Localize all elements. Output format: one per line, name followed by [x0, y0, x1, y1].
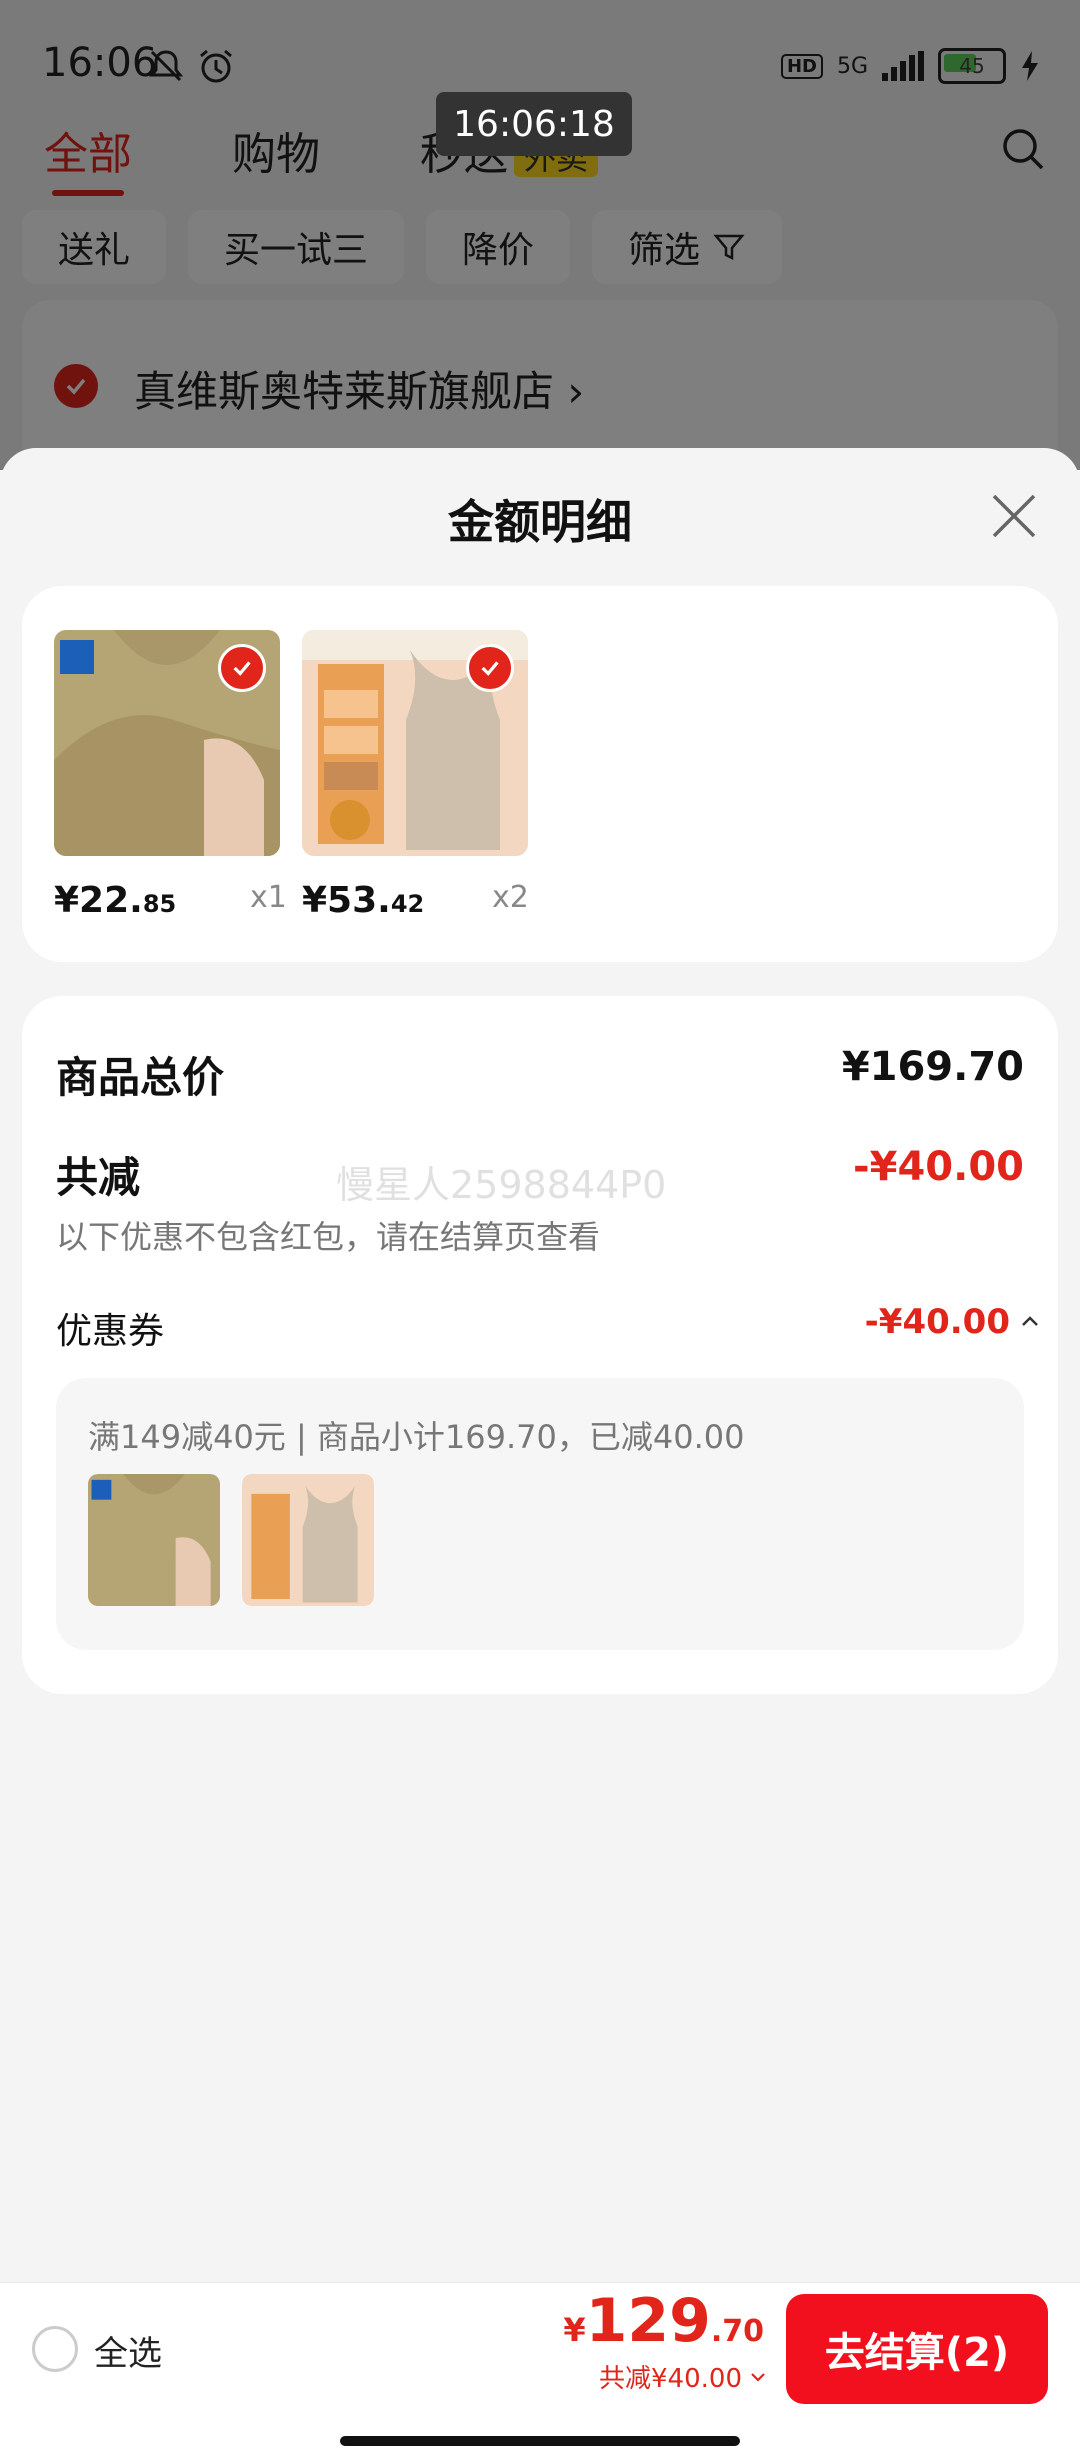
dim-overlay[interactable] — [0, 0, 1080, 470]
select-all-label[interactable]: 全选 — [94, 2326, 162, 2375]
discount-label: 共减 — [56, 1153, 141, 1202]
total-price: ¥129.70 — [563, 2286, 764, 2356]
coupon-value: -¥40.00 — [864, 1302, 1010, 1342]
time-toast: 16:06:18 — [436, 92, 632, 156]
chevron-down-icon — [751, 2372, 765, 2382]
home-indicator[interactable] — [340, 2436, 740, 2446]
close-icon[interactable] — [988, 490, 1040, 542]
total-label: 商品总价 — [56, 1053, 225, 1102]
product-checkbox[interactable] — [466, 644, 514, 692]
product-image — [302, 630, 528, 856]
product-price: ¥22.85 — [54, 880, 177, 921]
product-image — [54, 630, 280, 856]
coupon-description: 满149减40元 | 商品小计169.70，已减40.00 — [88, 1418, 745, 1456]
product-qty: x1 — [250, 880, 287, 915]
checkout-button[interactable]: 去结算(2) — [786, 2294, 1048, 2404]
select-all-radio[interactable] — [32, 2326, 78, 2372]
coupon-toggle[interactable]: -¥40.00 — [865, 1302, 1042, 1342]
coupon-product-thumb — [88, 1474, 220, 1606]
discount-value: -¥40.00 — [853, 1144, 1024, 1190]
check-icon — [481, 661, 499, 676]
sheet-title: 金额明细 — [448, 495, 632, 549]
product-price: ¥53.42 — [302, 880, 425, 921]
saved-amount-toggle[interactable]: 共减¥40.00 — [599, 2358, 768, 2395]
product-checkbox[interactable] — [218, 644, 266, 692]
coupon-product-thumb — [242, 1474, 374, 1606]
total-value: ¥169.70 — [841, 1044, 1024, 1090]
product-item[interactable] — [54, 630, 280, 856]
chevron-up-icon — [1022, 1316, 1038, 1326]
product-qty: x2 — [492, 880, 529, 915]
check-icon — [233, 661, 251, 676]
coupon-label: 优惠券 — [56, 1311, 165, 1352]
product-item[interactable] — [302, 630, 528, 856]
discount-note: 以下优惠不包含红包，请在结算页查看 — [56, 1218, 601, 1256]
watermark: 慢星人2598844P0 — [336, 1163, 667, 1207]
